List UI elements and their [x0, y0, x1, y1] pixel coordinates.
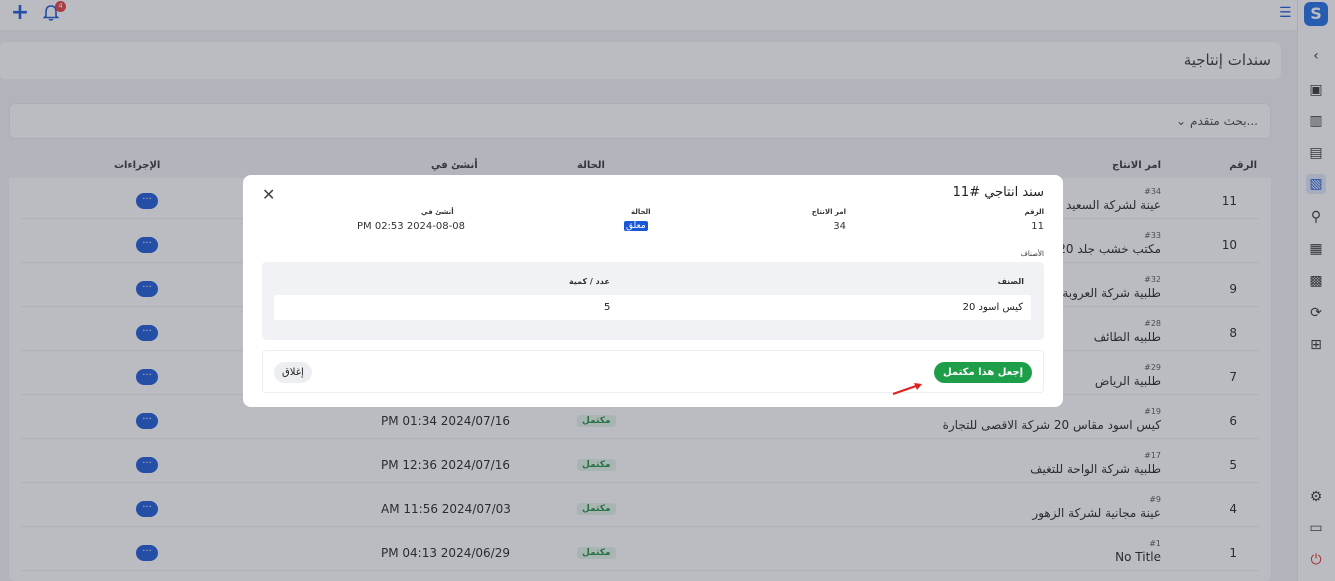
mark-complete-button[interactable]: إجعل هذا مكتمل [933, 362, 1032, 383]
label-status: الحالة [631, 208, 651, 216]
item-qty: 5 [604, 302, 611, 313]
items-table: الصنف عدد / كمية كيس اسود 20 5 [262, 262, 1044, 340]
modal-footer: إجعل هذا مكتمل إغلاق [262, 350, 1044, 393]
value-created: PM 02:53 2024-08-08 [357, 221, 465, 232]
label-number: الرقم [1024, 208, 1044, 216]
items-header-qty: عدد / كمية [569, 277, 610, 286]
close-button[interactable]: إغلاق [274, 362, 312, 383]
value-number: 11 [1031, 221, 1044, 232]
status-badge: معلق [624, 221, 648, 231]
items-header-item: الصنف [997, 277, 1024, 286]
label-order: امر الانتاج [811, 208, 846, 216]
label-created: أنشئ في [421, 208, 454, 216]
modal-title: سند انتاجي #11 [952, 185, 1044, 200]
close-icon[interactable]: ✕ [262, 187, 275, 203]
item-name: كيس اسود 20 [962, 302, 1023, 313]
production-document-modal: سند انتاجي #11 ✕ الرقم 11 امر الانتاج 34… [243, 175, 1063, 407]
value-order: 34 [833, 221, 846, 232]
annotation-arrow-icon [892, 383, 922, 395]
items-label: الأصناف [1020, 250, 1044, 258]
items-row: كيس اسود 20 5 [274, 295, 1031, 320]
